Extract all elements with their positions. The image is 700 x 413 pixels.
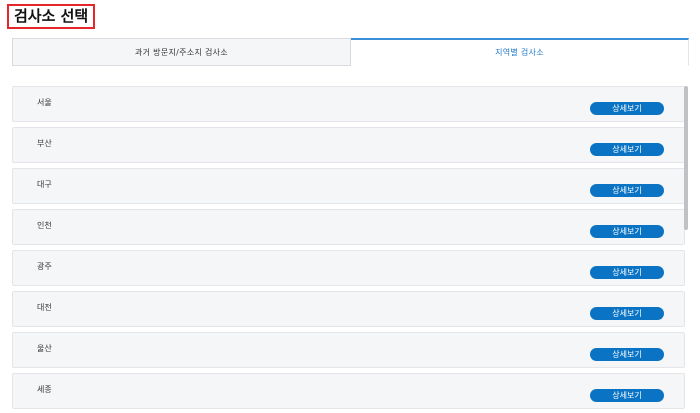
region-row-daegu: 대구 상세보기 [12, 168, 685, 204]
region-name: 광주 [37, 262, 52, 271]
detail-button-gwangju[interactable]: 상세보기 [590, 266, 664, 279]
region-name: 인천 [37, 221, 52, 230]
region-row-incheon: 인천 상세보기 [12, 209, 685, 245]
list-scrollbar[interactable] [684, 86, 689, 413]
region-list: 서울 상세보기 부산 상세보기 대구 상세보기 인천 상세보기 광주 상세보기 … [12, 86, 685, 413]
detail-button-busan[interactable]: 상세보기 [590, 143, 664, 156]
page-title-text: 검사소 선택 [14, 7, 89, 25]
region-row-sejong: 세종 상세보기 [12, 373, 685, 409]
region-row-busan: 부산 상세보기 [12, 127, 685, 163]
tab-by-region-label: 지역별 검사소 [495, 48, 544, 57]
tab-bar: 과거 방문지/주소지 검사소 지역별 검사소 [12, 38, 689, 66]
scrollbar-thumb[interactable] [684, 86, 688, 230]
region-row-ulsan: 울산 상세보기 [12, 332, 685, 368]
region-row-gwangju: 광주 상세보기 [12, 250, 685, 286]
tab-by-region[interactable]: 지역별 검사소 [351, 38, 689, 66]
inspection-center-select-page: 검사소 선택 과거 방문지/주소지 검사소 지역별 검사소 서울 상세보기 부산… [0, 0, 700, 413]
region-name: 대구 [37, 180, 52, 189]
detail-button-ulsan[interactable]: 상세보기 [590, 348, 664, 361]
region-row-seoul: 서울 상세보기 [12, 86, 685, 122]
tab-past-visits[interactable]: 과거 방문지/주소지 검사소 [12, 38, 351, 66]
detail-button-daegu[interactable]: 상세보기 [590, 184, 664, 197]
region-name: 대전 [37, 303, 52, 312]
region-name: 부산 [37, 139, 52, 148]
page-title: 검사소 선택 [7, 4, 96, 29]
detail-button-seoul[interactable]: 상세보기 [590, 102, 664, 115]
region-name: 세종 [37, 385, 52, 394]
tab-past-visits-label: 과거 방문지/주소지 검사소 [135, 47, 228, 57]
detail-button-daejeon[interactable]: 상세보기 [590, 307, 664, 320]
region-name: 울산 [37, 344, 52, 353]
detail-button-incheon[interactable]: 상세보기 [590, 225, 664, 238]
region-row-daejeon: 대전 상세보기 [12, 291, 685, 327]
region-name: 서울 [37, 98, 52, 107]
detail-button-sejong[interactable]: 상세보기 [590, 389, 664, 402]
